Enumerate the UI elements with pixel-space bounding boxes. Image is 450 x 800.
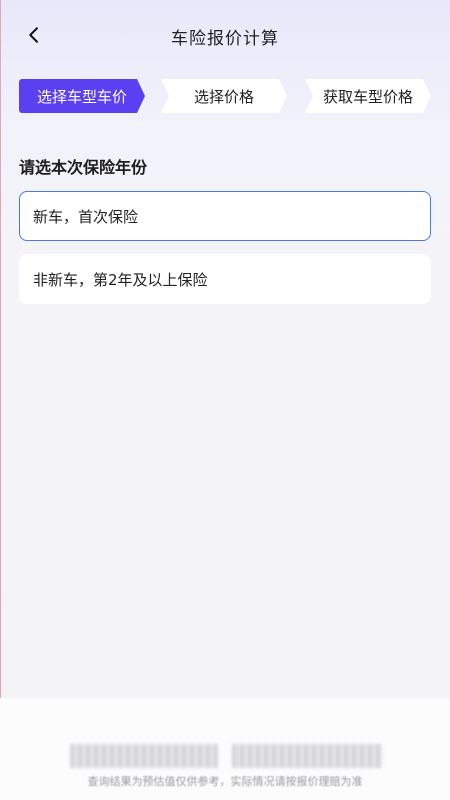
option-label: 非新车，第2年及以上保险 [33,270,208,289]
step-indicator: 选择车型车价 选择价格 获取车型价格 [19,79,431,113]
blurred-button-right[interactable] [232,744,382,768]
step-select-car-price[interactable]: 选择车型车价 [19,79,145,113]
option-used-car-renewal[interactable]: 非新车，第2年及以上保险 [19,254,431,304]
header: 车险报价计算 [0,0,450,70]
option-new-car-first-insurance[interactable]: 新车，首次保险 [19,191,431,241]
blurred-button-left[interactable] [70,744,218,768]
left-edge-line [0,0,1,800]
disclaimer-text: 查询结果为预估值仅供参考，实际情况请按报价理赔为准 [87,775,363,788]
section-title: 请选本次保险年份 [19,158,148,177]
step-select-price[interactable]: 选择价格 [161,79,287,113]
page-title: 车险报价计算 [171,29,279,49]
step-get-car-price[interactable]: 获取车型价格 [305,79,431,113]
option-label: 新车，首次保险 [33,207,139,226]
